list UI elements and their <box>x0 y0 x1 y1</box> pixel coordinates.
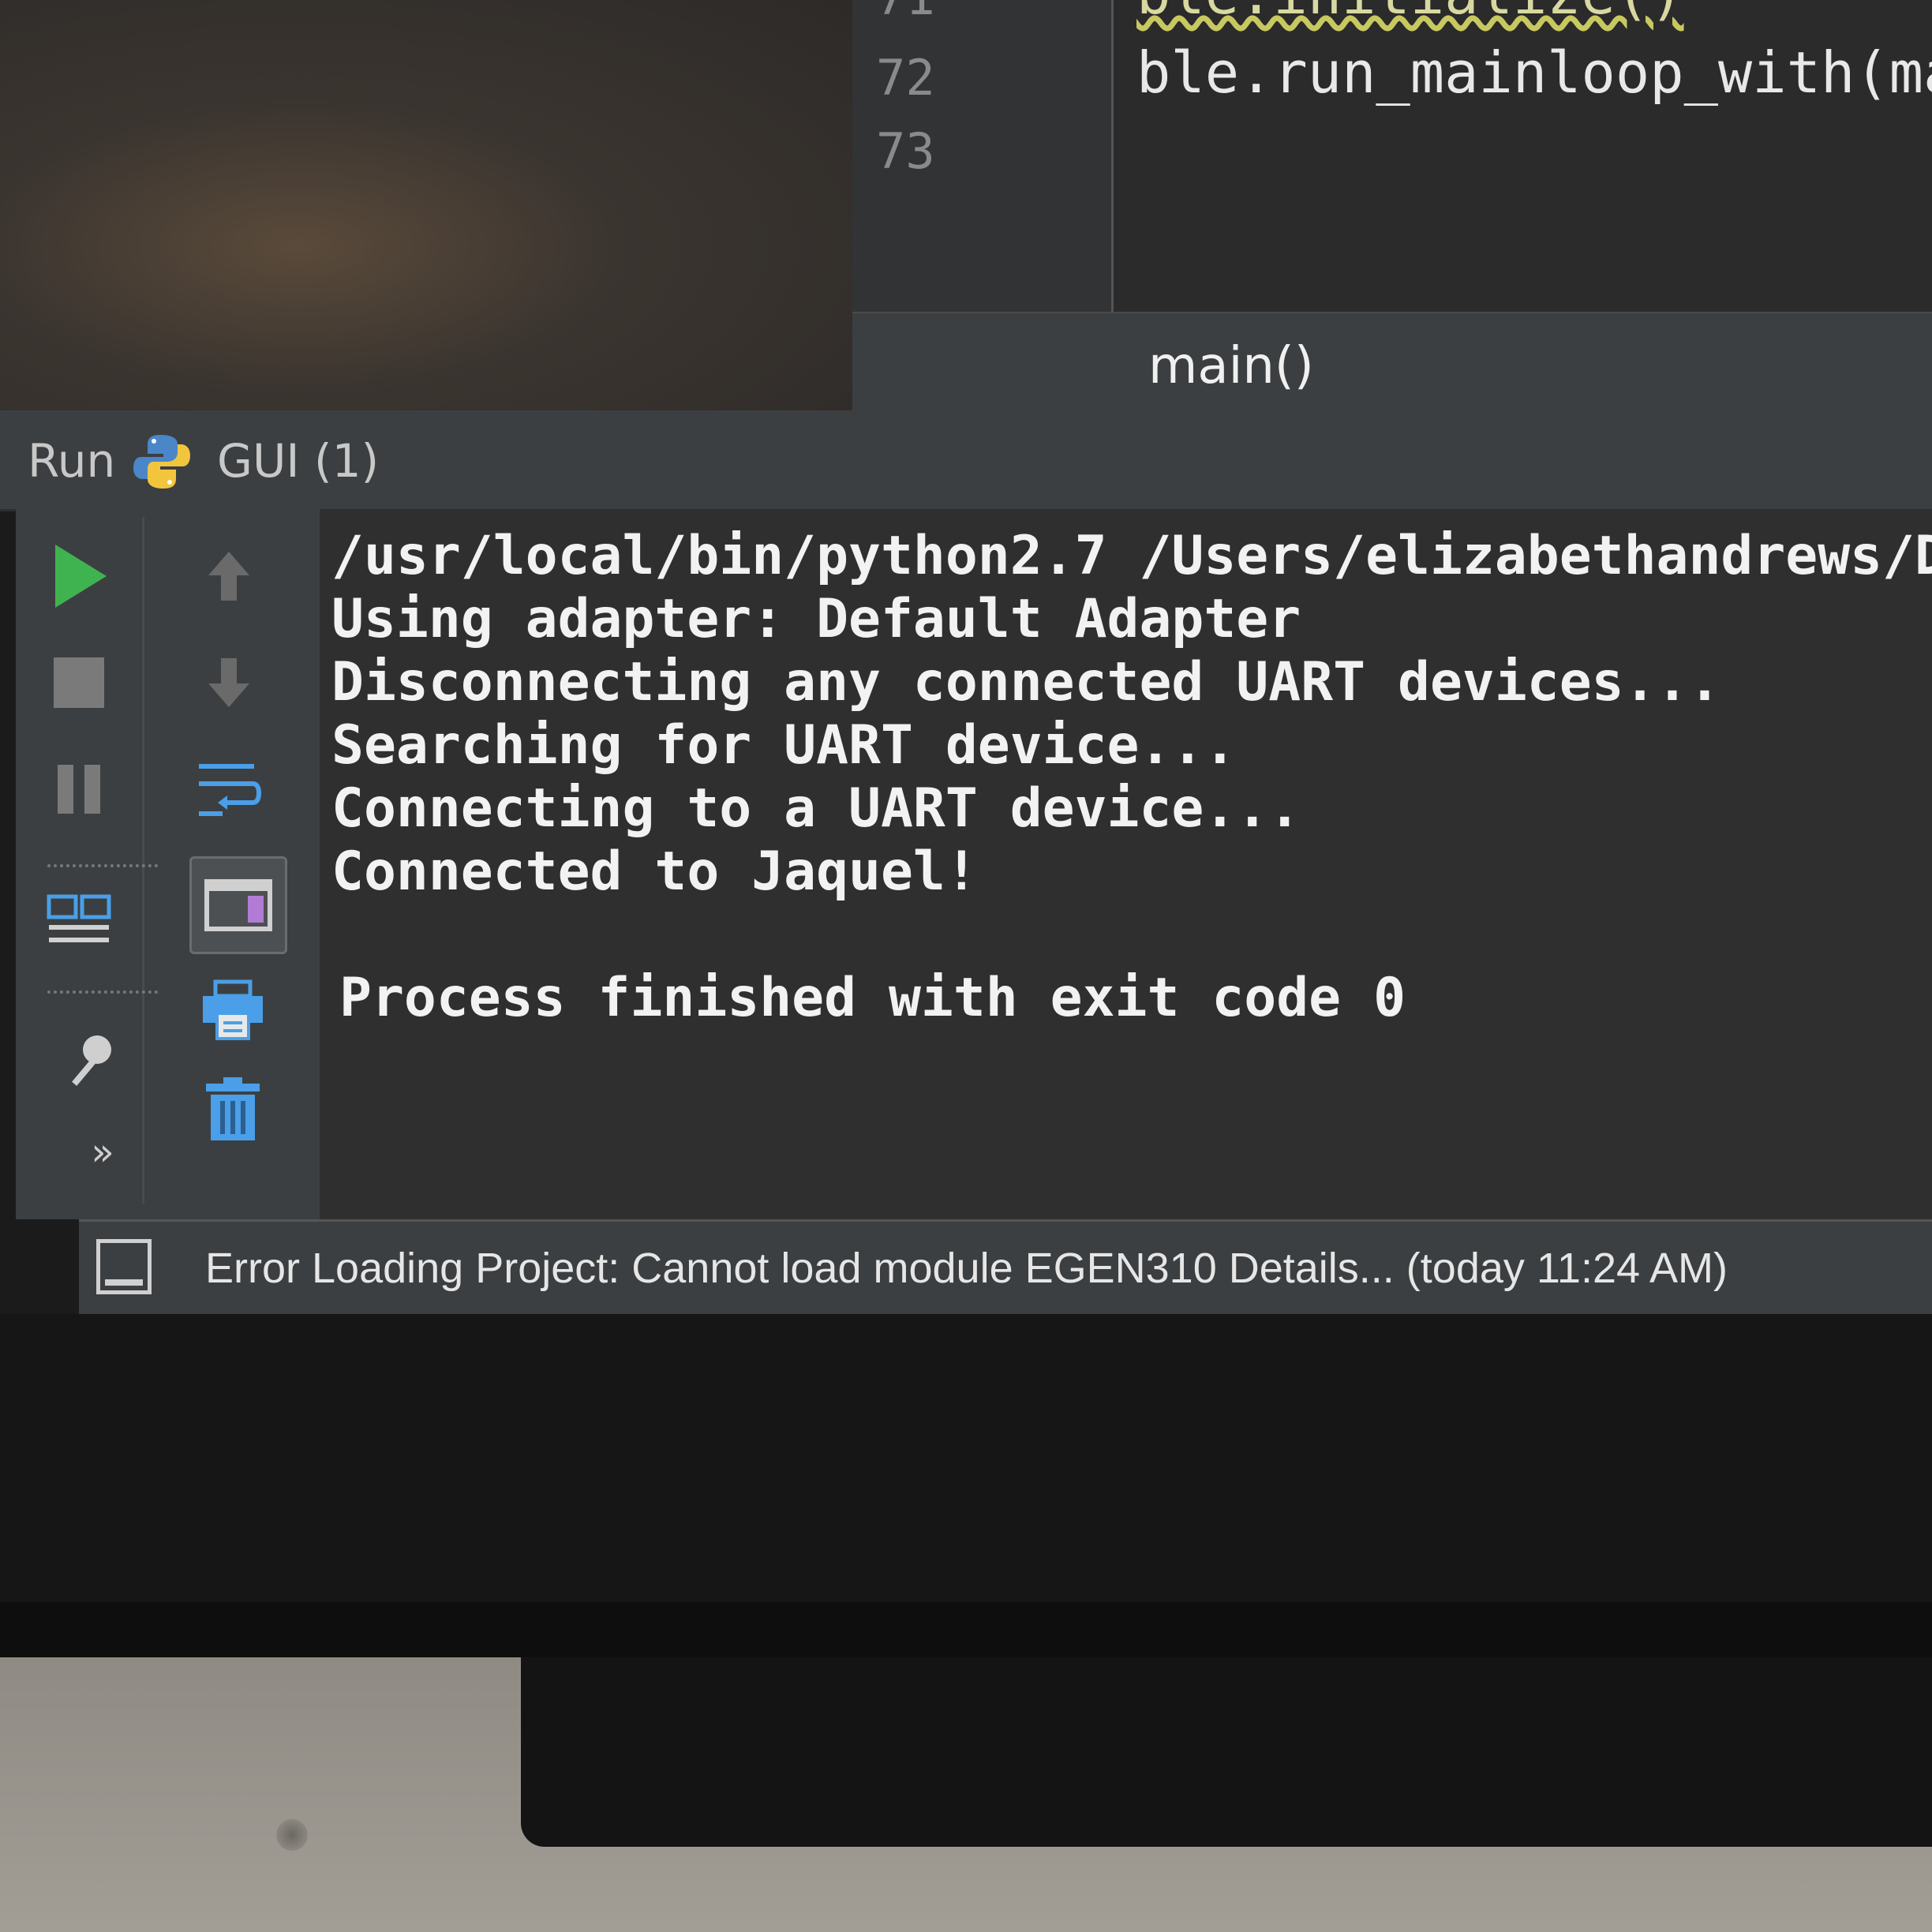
code-line[interactable]: ble.initialize() <box>1136 0 1684 27</box>
light-sensor <box>276 1819 308 1851</box>
pause-icon[interactable] <box>36 746 122 833</box>
status-message[interactable]: Error Loading Project: Cannot load modul… <box>205 1244 1728 1293</box>
down-arrow-icon[interactable] <box>185 639 272 726</box>
breadcrumb[interactable]: main() <box>1148 337 1314 395</box>
monitor-base <box>521 1657 1932 1847</box>
tool-window-toggle-icon[interactable] <box>96 1239 152 1294</box>
layout-icon[interactable] <box>36 880 122 967</box>
console-line: Process finished with exit code 0 <box>339 967 1406 1029</box>
monitor-bezel <box>0 1314 1932 1630</box>
run-icon[interactable] <box>36 533 122 620</box>
line-number: 71 <box>876 0 955 26</box>
status-bar: Error Loading Project: Cannot load modul… <box>79 1219 1932 1316</box>
scroll-to-end-icon[interactable] <box>189 856 287 954</box>
stop-icon[interactable] <box>36 639 122 726</box>
python-icon <box>133 435 190 489</box>
toolbar-divider <box>142 517 144 1204</box>
console-line: Connected to Jaquel! <box>331 841 978 903</box>
code-editor[interactable]: 71 72 73 ble.initialize() ble.run_mainlo… <box>852 0 1932 412</box>
breadcrumb-bar: main() <box>852 312 1932 412</box>
line-number: 73 <box>876 122 935 180</box>
code-line[interactable]: ble.run_mainloop_with(ma <box>1136 39 1932 106</box>
console-line: Searching for UART device... <box>331 714 1237 777</box>
tab-gui[interactable]: GUI (1) <box>217 434 379 488</box>
run-toolbar: » <box>16 509 320 1219</box>
line-number-gutter: 71 72 73 <box>852 0 1114 312</box>
pin-icon[interactable] <box>47 1014 134 1101</box>
run-label: Run <box>28 434 116 488</box>
desktop-wallpaper <box>0 0 852 410</box>
monitor-bezel-edge <box>0 1602 1932 1657</box>
console-output[interactable]: /usr/local/bin/python2.7 /Users/elizabet… <box>320 509 1932 1219</box>
soft-wrap-icon[interactable] <box>185 746 272 833</box>
line-number: 72 <box>876 49 935 107</box>
console-line: Using adapter: Default Adapter <box>331 588 1301 650</box>
up-arrow-icon[interactable] <box>185 533 272 620</box>
more-label: » <box>91 1130 114 1174</box>
more-icon[interactable]: » <box>59 1125 146 1180</box>
print-icon[interactable] <box>189 967 276 1054</box>
toolbar-separator <box>47 990 158 994</box>
trash-icon[interactable] <box>189 1065 276 1152</box>
console-line: Connecting to a UART device... <box>331 777 1301 840</box>
run-tool-window-header: Run GUI (1) <box>0 410 1932 511</box>
console-line: /usr/local/bin/python2.7 /Users/elizabet… <box>331 525 1932 587</box>
console-line: Disconnecting any connected UART devices… <box>331 651 1721 713</box>
toolbar-separator <box>47 864 158 867</box>
